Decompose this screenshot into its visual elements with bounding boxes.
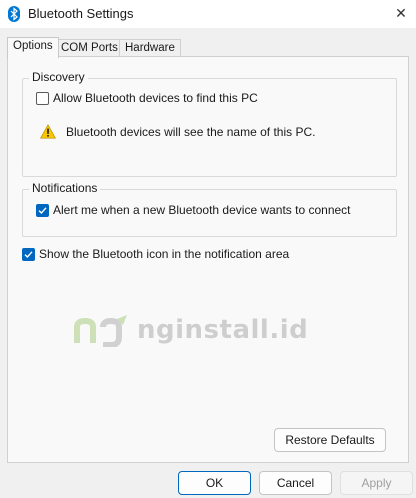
watermark-logo-icon <box>74 315 127 347</box>
tab-hardware[interactable]: Hardware <box>119 39 181 57</box>
allow-discovery-label: Allow Bluetooth devices to find this PC <box>53 91 258 105</box>
title-bar: Bluetooth Settings ✕ <box>0 0 416 28</box>
alert-new-device-label: Alert me when a new Bluetooth device wan… <box>53 203 351 217</box>
allow-discovery-checkbox[interactable]: Allow Bluetooth devices to find this PC <box>36 91 258 105</box>
tab-com-ports[interactable]: COM Ports <box>55 39 124 57</box>
tab-options[interactable]: Options <box>7 37 59 58</box>
show-tray-icon-box[interactable] <box>22 247 35 261</box>
show-tray-icon-checkbox[interactable]: Show the Bluetooth icon in the notificat… <box>22 247 289 261</box>
watermark-text: nginstall.id <box>137 315 309 345</box>
allow-discovery-box[interactable] <box>36 91 49 105</box>
cancel-button[interactable]: Cancel <box>259 471 332 495</box>
alert-new-device-checkbox[interactable]: Alert me when a new Bluetooth device wan… <box>36 203 351 217</box>
apply-button[interactable]: Apply <box>340 471 413 495</box>
discovery-legend: Discovery <box>29 70 88 84</box>
warning-text: Bluetooth devices will see the name of t… <box>66 124 316 139</box>
warning-icon <box>40 124 56 139</box>
window-title: Bluetooth Settings <box>28 6 134 21</box>
notifications-group: Notifications Alert me when a new Blueto… <box>22 181 397 237</box>
show-tray-icon-label: Show the Bluetooth icon in the notificat… <box>39 247 290 261</box>
restore-defaults-button[interactable]: Restore Defaults <box>274 428 386 452</box>
options-panel: Discovery Allow Bluetooth devices to fin… <box>7 56 409 463</box>
discovery-warning: Bluetooth devices will see the name of t… <box>40 124 315 139</box>
discovery-group: Discovery Allow Bluetooth devices to fin… <box>22 70 397 177</box>
alert-new-device-box[interactable] <box>36 203 49 217</box>
close-button[interactable]: ✕ <box>386 0 416 28</box>
bluetooth-icon <box>8 6 20 22</box>
ok-button[interactable]: OK <box>178 471 251 495</box>
notifications-legend: Notifications <box>29 181 101 195</box>
watermark: nginstall.id <box>73 313 308 347</box>
